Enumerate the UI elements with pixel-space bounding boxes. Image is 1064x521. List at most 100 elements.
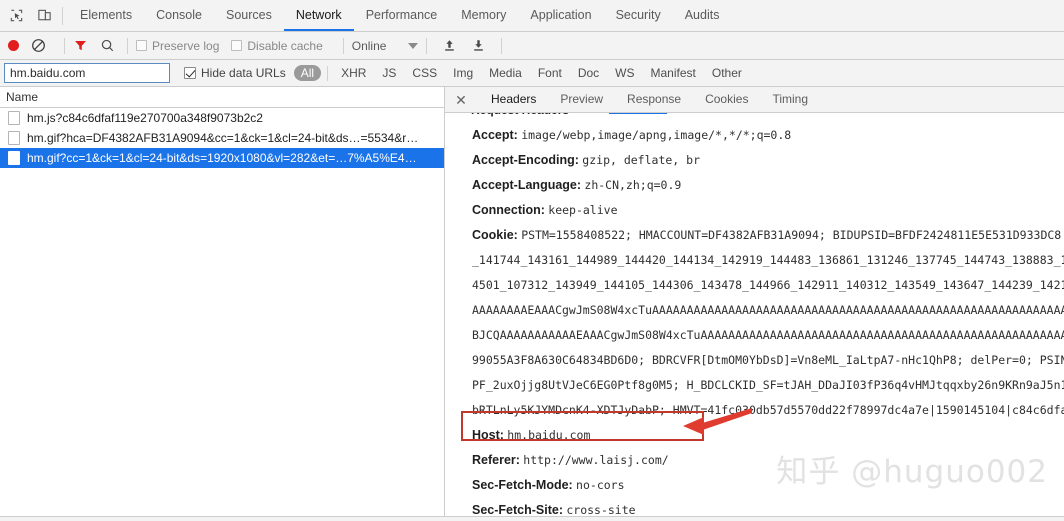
resource-type-filters: All XHR JS CSS Img Media Font Doc WS Man… [293,65,751,81]
tab-memory[interactable]: Memory [449,0,518,31]
type-filter-css[interactable]: CSS [405,65,444,81]
header-row-accept-encoding: Accept-Encoding: gzip, deflate, br [459,148,1064,173]
status-strip [0,516,1064,521]
toolbar-divider-3 [342,37,344,54]
header-key: Accept-Encoding: [472,153,579,167]
inspect-element-icon[interactable] [2,3,30,29]
preserve-log-checkbox[interactable]: Preserve log [136,39,219,53]
header-value: gzip, deflate, br [582,153,700,167]
header-value: image/webp,image/apng,image/*,*/*;q=0.8 [521,128,792,142]
header-row-accept-language: Accept-Language: zh-CN,zh;q=0.9 [459,173,1064,198]
type-filter-other[interactable]: Other [705,65,749,81]
request-list: Name hm.js?c84c6dfaf119e270700a348f9073b… [0,87,445,521]
cookie-continuation-line: bRTLnLy5KJYMDcnK4-XDTJyDabP; HMVT=41fc03… [472,403,1064,417]
throttling-select[interactable]: Online [352,39,419,53]
type-filter-all[interactable]: All [293,65,322,81]
import-har-icon[interactable] [442,38,457,53]
tab-network[interactable]: Network [283,0,354,31]
clear-button-icon[interactable] [31,38,46,53]
header-key: Host: [472,428,504,442]
cookie-continuation-line: BJCQAAAAAAAAAAAEAAACgwJmS08W4xcTuAAAAAAA… [472,328,1064,342]
header-value: hm.baidu.com [507,428,591,442]
cookie-continuation-line: 99055A3F8A630C64834BD6D0; BDRCVFR[DtmOM0… [472,353,1064,367]
chevron-down-icon [408,42,419,49]
header-value: no-cors [576,478,625,492]
header-row-cookie: Cookie: PSTM=1558408522; HMACCOUNT=DF438… [459,223,1064,248]
cookie-continuation-line: PF_2uxOjjg8UtVJeC6EG0Ptf8g0M5; H_BDCLCKI… [472,378,1064,392]
toolbar-divider-4 [426,37,428,54]
header-value: keep-alive [548,203,618,217]
tab-performance[interactable]: Performance [354,0,450,31]
request-detail-pane: ✕ Headers Preview Response Cookies Timin… [445,87,1064,521]
hide-data-urls-checkbox[interactable]: Hide data URLs [184,66,286,80]
type-filter-js[interactable]: JS [375,65,403,81]
close-icon[interactable]: ✕ [453,92,469,108]
request-headers-title: Request Headers [471,113,569,117]
toolbar-divider-5 [501,37,503,54]
header-key: Connection: [472,203,545,217]
record-button-icon[interactable] [8,40,19,51]
table-row-selected[interactable]: hm.gif?cc=1&ck=1&cl=24-bit&ds=1920x1080&… [0,148,444,168]
request-name: hm.gif?hca=DF4382AFB31A9094&cc=1&ck=1&cl… [27,131,419,145]
network-body: Name hm.js?c84c6dfaf119e270700a348f9073b… [0,87,1064,521]
table-row[interactable]: hm.gif?hca=DF4382AFB31A9094&cc=1&ck=1&cl… [0,128,444,148]
type-filter-font[interactable]: Font [531,65,569,81]
tab-security[interactable]: Security [604,0,673,31]
type-filter-xhr[interactable]: XHR [334,65,373,81]
cookie-continuation-line: AAAAAAAAEAAACgwJmS08W4xcTuAAAAAAAAAAAAAA… [472,303,1064,317]
type-filter-media[interactable]: Media [482,65,529,81]
filter-input[interactable] [4,63,170,83]
preserve-log-label: Preserve log [152,38,220,53]
devtools-window: Elements Console Sources Network Perform… [0,0,1064,521]
hide-data-urls-label: Hide data URLs [201,66,286,80]
tab-timing[interactable]: Timing [760,87,820,112]
tab-cookies[interactable]: Cookies [693,87,760,112]
request-name: hm.js?c84c6dfaf119e270700a348f9073b2c2 [27,111,263,125]
header-value: http://www.laisj.com/ [523,453,669,467]
header-row-accept: Accept: image/webp,image/apng,image/*,*/… [459,123,1064,148]
request-headers-section[interactable]: Request Headers view source Accept: imag… [445,113,1064,521]
filter-funnel-icon[interactable] [73,38,88,53]
view-source-link[interactable]: view source [609,113,667,115]
request-list-column-header: Name [0,87,444,108]
tab-response[interactable]: Response [615,87,693,112]
throttling-value: Online [351,38,387,53]
device-toolbar-icon[interactable] [30,3,58,29]
search-icon[interactable] [100,38,115,53]
network-toolbar: Preserve log Disable cache Online [0,32,1064,60]
type-filter-doc[interactable]: Doc [571,65,606,81]
request-name: hm.gif?cc=1&ck=1&cl=24-bit&ds=1920x1080&… [27,151,417,165]
header-key: Cookie: [472,228,518,242]
tab-console[interactable]: Console [144,0,214,31]
tab-headers[interactable]: Headers [479,87,548,112]
disable-cache-box [231,40,243,51]
tabbar-divider [62,6,63,25]
detail-tabbar: ✕ Headers Preview Response Cookies Timin… [445,87,1064,113]
document-icon [8,151,20,165]
toolbar-divider-1 [64,37,65,54]
header-key: Accept: [472,128,518,142]
type-filter-img[interactable]: Img [446,65,480,81]
tab-application[interactable]: Application [518,0,603,31]
request-headers-title-clipped: Request Headers view source [459,113,1064,121]
tab-audits[interactable]: Audits [673,0,732,31]
header-key: Sec-Fetch-Mode: [472,478,573,492]
header-key: Accept-Language: [472,178,582,192]
network-filter-bar: Hide data URLs All XHR JS CSS Img Media … [0,60,1064,87]
document-icon [8,131,20,145]
toolbar-divider-2 [127,37,128,54]
disable-cache-label: Disable cache [247,38,323,53]
devtools-panel-tabbar: Elements Console Sources Network Perform… [0,0,1064,32]
export-har-icon[interactable] [471,38,486,53]
header-row-sec-fetch-mode: Sec-Fetch-Mode: no-cors [459,473,1064,498]
tab-preview[interactable]: Preview [548,87,615,112]
disable-cache-checkbox[interactable]: Disable cache [231,38,323,53]
header-value: PSTM=1558408522; HMACCOUNT=DF4382AFB31A9… [521,228,1062,242]
type-filter-ws[interactable]: WS [608,65,641,81]
tab-sources[interactable]: Sources [214,0,284,31]
header-row-host: Host: hm.baidu.com [459,423,1064,448]
type-filter-manifest[interactable]: Manifest [644,65,703,81]
table-row[interactable]: hm.js?c84c6dfaf119e270700a348f9073b2c2 [0,108,444,128]
tab-elements[interactable]: Elements [68,0,144,31]
header-key: Referer: [472,453,520,467]
